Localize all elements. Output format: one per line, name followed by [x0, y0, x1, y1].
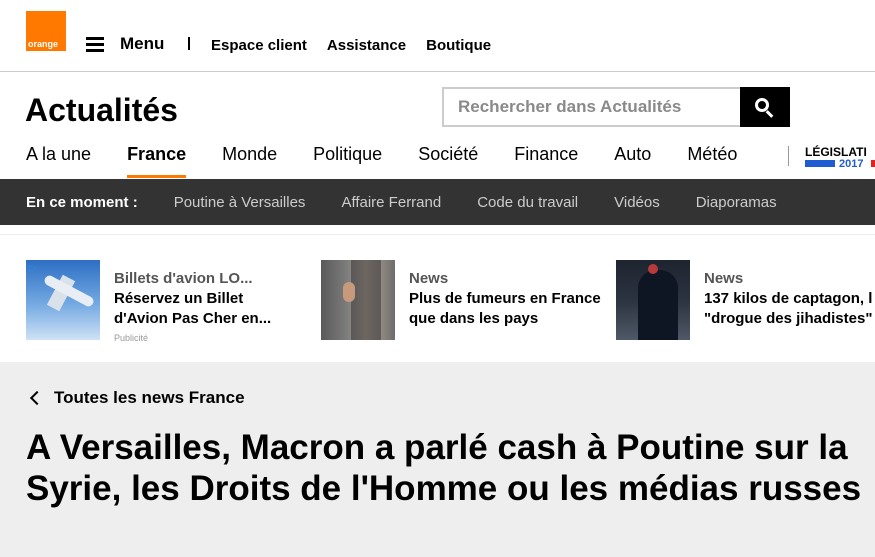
back-label: Toutes les news France	[54, 388, 245, 407]
main-nav: A la une France Monde Politique Société …	[26, 144, 773, 178]
promo-row: ▷ Billets d'avion LO... Réservez un Bill…	[0, 234, 875, 362]
article-title: A Versailles, Macron a parlé cash à Pout…	[26, 428, 862, 508]
nav-divider	[788, 146, 789, 166]
trending-link[interactable]: Poutine à Versailles	[174, 194, 306, 211]
site-title[interactable]: Actualités	[25, 92, 178, 129]
promo-card-news[interactable]: News 137 kilos de captagon, l "drogue de…	[616, 260, 875, 342]
logo-text: orange	[28, 39, 59, 49]
top-bar: orange Menu Espace client Assistance Bou…	[0, 0, 875, 72]
legislatives-label: LÉGISLATI	[805, 145, 867, 159]
nav-meteo[interactable]: Météo	[687, 144, 737, 178]
search-icon	[755, 98, 769, 112]
promo-kicker: News	[704, 270, 744, 287]
news-thumbnail	[321, 260, 395, 340]
news-thumbnail	[616, 260, 690, 340]
article-header: Toutes les news France A Versailles, Mac…	[0, 362, 875, 557]
trending-bar: En ce moment : Poutine à Versailles Affa…	[0, 179, 875, 225]
trending-label: En ce moment :	[26, 193, 138, 211]
trending-link[interactable]: Code du travail	[477, 194, 578, 211]
menu-label: Menu	[120, 34, 165, 53]
flag-blue	[805, 160, 835, 167]
promo-headline: Plus de fumeurs en France que dans les p…	[409, 290, 601, 327]
trending-link[interactable]: Affaire Ferrand	[341, 194, 441, 211]
promo-card-news[interactable]: News Plus de fumeurs en France que dans …	[321, 260, 609, 342]
ad-choices-icon[interactable]: ▷	[29, 263, 37, 274]
search-form	[442, 87, 790, 127]
legislatives-link[interactable]: LÉGISLATI 2017	[805, 145, 875, 171]
nav-a-la-une[interactable]: A la une	[26, 144, 91, 178]
chevron-left-icon	[29, 390, 45, 406]
nav-societe[interactable]: Société	[418, 144, 478, 178]
trending-link[interactable]: Diaporamas	[696, 194, 777, 211]
nav-france[interactable]: France	[127, 144, 187, 178]
hamburger-icon	[86, 37, 104, 52]
trending-link[interactable]: Vidéos	[614, 194, 660, 211]
search-input[interactable]	[442, 87, 740, 127]
nav-monde[interactable]: Monde	[222, 144, 277, 178]
promo-headline: Réservez un Billet d'Avion Pas Cher en..…	[114, 290, 272, 327]
promo-headline: 137 kilos de captagon, l "drogue des jih…	[704, 290, 873, 327]
promo-card-ad[interactable]: ▷ Billets d'avion LO... Réservez un Bill…	[26, 260, 286, 343]
back-link[interactable]: Toutes les news France	[28, 388, 245, 408]
nav-politique[interactable]: Politique	[313, 144, 382, 178]
menu-button[interactable]: Menu	[86, 34, 164, 54]
link-assistance[interactable]: Assistance	[327, 37, 406, 54]
nav-auto[interactable]: Auto	[614, 144, 651, 178]
promo-kicker: News	[409, 270, 449, 287]
link-boutique[interactable]: Boutique	[426, 37, 491, 54]
orange-logo[interactable]: orange	[26, 11, 66, 51]
top-links: Espace client Assistance Boutique	[211, 37, 491, 54]
nav-finance[interactable]: Finance	[514, 144, 578, 178]
flag-red	[871, 160, 875, 167]
search-button[interactable]	[740, 87, 790, 127]
legislatives-year: 2017	[839, 158, 864, 170]
sponsored-label: Publicité	[114, 333, 149, 343]
airplane-image: ▷	[26, 260, 100, 340]
link-espace-client[interactable]: Espace client	[211, 37, 307, 54]
divider	[188, 37, 190, 50]
promo-kicker: Billets d'avion LO...	[114, 270, 253, 287]
